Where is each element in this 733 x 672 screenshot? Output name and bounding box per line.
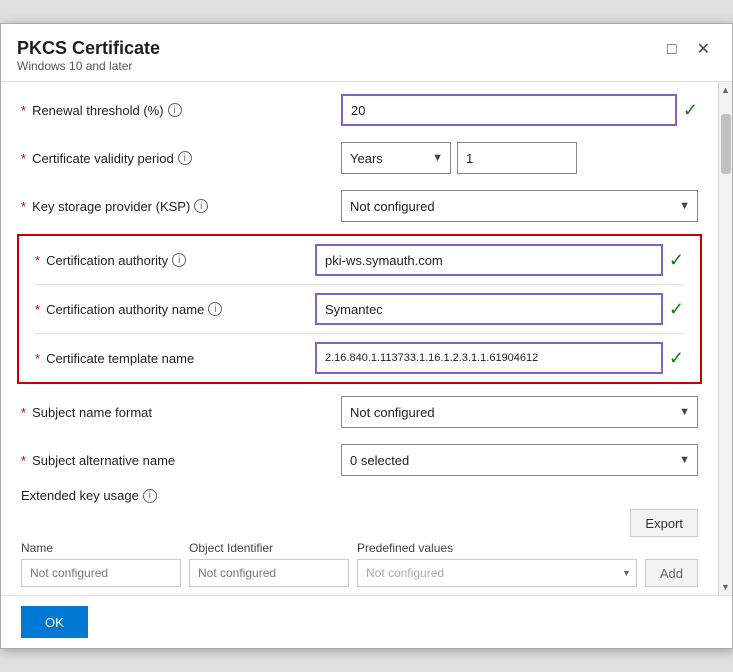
eku-section: Extended key usage i Export Name Object … (1, 484, 718, 595)
ksp-control: Not configured Enroll to TPM KSP if pres… (341, 190, 698, 222)
required-star-validity: * (21, 151, 26, 166)
ksp-info-icon[interactable]: i (194, 199, 208, 213)
subject-alt-select[interactable]: 0 selected Email address User principal … (341, 444, 698, 476)
highlighted-section: * Certification authority i ✓ * (17, 234, 702, 384)
ksp-select[interactable]: Not configured Enroll to TPM KSP if pres… (341, 190, 698, 222)
cert-template-row: * Certificate template name ✓ (19, 334, 700, 382)
eku-name-input[interactable] (21, 559, 181, 587)
scrollbar-area: * Renewal threshold (%) i ✓ * Certificat… (1, 82, 732, 595)
export-button[interactable]: Export (630, 509, 698, 537)
content-area: * Renewal threshold (%) i ✓ * Certificat… (1, 82, 718, 595)
required-star-ksp: * (21, 199, 26, 214)
validity-number-input[interactable] (457, 142, 577, 174)
ok-button[interactable]: OK (21, 606, 88, 638)
ctn-check-icon: ✓ (669, 348, 684, 369)
eku-header: Extended key usage i (21, 488, 698, 503)
subject-name-control: Not configured Common name Common name (… (341, 396, 698, 428)
required-star-ca: * (35, 253, 40, 268)
cert-template-label: * Certificate template name (35, 351, 315, 366)
ksp-label: * Key storage provider (KSP) i (21, 199, 341, 214)
renewal-check-icon: ✓ (683, 100, 698, 121)
eku-predefined-wrapper: Not configured ▼ (357, 559, 637, 587)
scrollbar-down-arrow[interactable]: ▼ (721, 579, 730, 595)
scrollbar: ▲ ▼ (718, 82, 732, 595)
title-controls: □ ✕ (661, 40, 716, 60)
subject-name-select[interactable]: Not configured Common name Common name (… (341, 396, 698, 428)
subject-name-select-wrapper: Not configured Common name Common name (… (341, 396, 698, 428)
eku-predefined-select[interactable]: Not configured (357, 559, 637, 587)
dialog-subtitle: Windows 10 and later (17, 59, 160, 73)
eku-columns: Name Object Identifier Predefined values (21, 541, 698, 587)
required-star: * (21, 103, 26, 118)
subject-alt-row: * Subject alternative name 0 selected Em… (1, 436, 718, 484)
add-button[interactable]: Add (645, 559, 698, 587)
eku-export-row: Export (21, 509, 698, 537)
required-star-san: * (21, 453, 26, 468)
validity-unit-wrapper: Years Months ▼ (341, 142, 451, 174)
footer: OK (1, 595, 732, 648)
validity-period-row: * Certificate validity period i Years Mo… (1, 134, 718, 182)
ca-check-icon: ✓ (669, 250, 684, 271)
cert-authority-name-control: ✓ (315, 293, 684, 325)
subject-alt-control: 0 selected Email address User principal … (341, 444, 698, 476)
renewal-info-icon[interactable]: i (168, 103, 182, 117)
ksp-row: * Key storage provider (KSP) i Not confi… (1, 182, 718, 230)
eku-predefined-col-label: Predefined values (357, 541, 637, 555)
scrollbar-up-arrow[interactable]: ▲ (721, 82, 730, 98)
eku-info-icon[interactable]: i (143, 489, 157, 503)
cert-authority-label: * Certification authority i (35, 253, 315, 268)
cert-authority-row: * Certification authority i ✓ (19, 236, 700, 284)
required-star-can: * (35, 302, 40, 317)
ksp-select-wrapper: Not configured Enroll to TPM KSP if pres… (341, 190, 698, 222)
pkcs-certificate-dialog: PKCS Certificate Windows 10 and later □ … (0, 23, 733, 649)
cert-authority-name-row: * Certification authority name i ✓ (19, 285, 700, 333)
eku-oid-col-label: Object Identifier (189, 541, 349, 555)
eku-predefined-col: Predefined values Not configured ▼ (357, 541, 637, 587)
can-info-icon[interactable]: i (208, 302, 222, 316)
cert-template-input[interactable] (315, 342, 663, 374)
eku-oid-input[interactable] (189, 559, 349, 587)
scrollbar-thumb[interactable] (721, 114, 731, 174)
can-check-icon: ✓ (669, 299, 684, 320)
form-area: * Renewal threshold (%) i ✓ * Certificat… (1, 82, 718, 595)
dialog-title: PKCS Certificate (17, 38, 160, 59)
title-text: PKCS Certificate Windows 10 and later (17, 38, 160, 73)
cert-authority-name-input[interactable] (315, 293, 663, 325)
validity-info-icon[interactable]: i (178, 151, 192, 165)
required-star-snf: * (21, 405, 26, 420)
minimize-button[interactable]: □ (661, 40, 683, 60)
required-star-ctn: * (35, 351, 40, 366)
ca-info-icon[interactable]: i (172, 253, 186, 267)
cert-authority-control: ✓ (315, 244, 684, 276)
subject-alt-select-wrapper: 0 selected Email address User principal … (341, 444, 698, 476)
validity-period-label: * Certificate validity period i (21, 151, 341, 166)
subject-name-row: * Subject name format Not configured Com… (1, 388, 718, 436)
renewal-threshold-label: * Renewal threshold (%) i (21, 103, 341, 118)
subject-alt-label: * Subject alternative name (21, 453, 341, 468)
validity-period-control: Years Months ▼ (341, 142, 698, 174)
renewal-threshold-control: ✓ (341, 94, 698, 126)
renewal-threshold-input[interactable] (341, 94, 677, 126)
title-bar: PKCS Certificate Windows 10 and later □ … (1, 24, 732, 82)
eku-name-col: Name (21, 541, 181, 587)
cert-authority-name-label: * Certification authority name i (35, 302, 315, 317)
cert-authority-input[interactable] (315, 244, 663, 276)
eku-oid-col: Object Identifier (189, 541, 349, 587)
eku-name-col-label: Name (21, 541, 181, 555)
subject-name-label: * Subject name format (21, 405, 341, 420)
validity-unit-select[interactable]: Years Months (341, 142, 451, 174)
cert-template-control: ✓ (315, 342, 684, 374)
renewal-threshold-row: * Renewal threshold (%) i ✓ (1, 86, 718, 134)
close-button[interactable]: ✕ (691, 40, 716, 60)
